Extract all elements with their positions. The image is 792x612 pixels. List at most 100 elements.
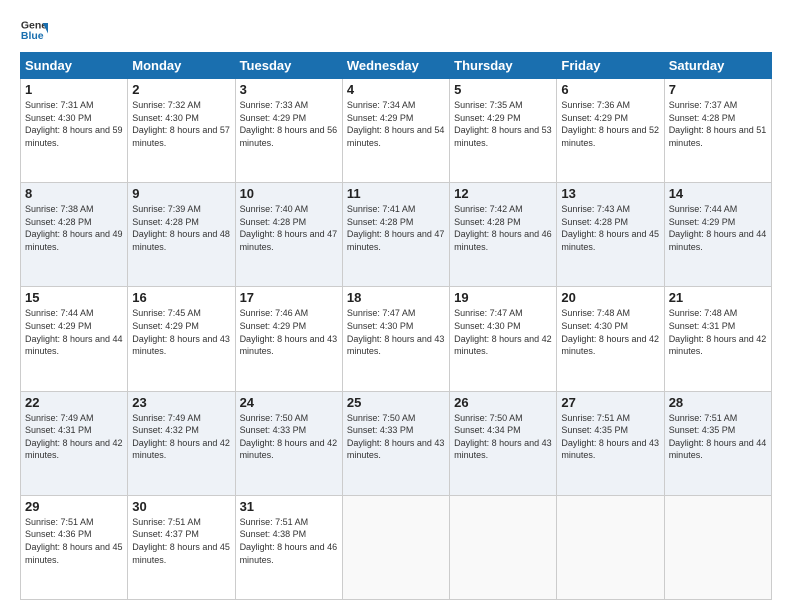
calendar-day-cell: 5 Sunrise: 7:35 AMSunset: 4:29 PMDayligh…: [450, 79, 557, 183]
day-number: 7: [669, 82, 767, 97]
day-info: Sunrise: 7:40 AMSunset: 4:28 PMDaylight:…: [240, 203, 338, 253]
day-number: 12: [454, 186, 552, 201]
day-info: Sunrise: 7:35 AMSunset: 4:29 PMDaylight:…: [454, 99, 552, 149]
day-info: Sunrise: 7:50 AMSunset: 4:34 PMDaylight:…: [454, 412, 552, 462]
calendar-day-cell: 12 Sunrise: 7:42 AMSunset: 4:28 PMDaylig…: [450, 183, 557, 287]
calendar-day-cell: 8 Sunrise: 7:38 AMSunset: 4:28 PMDayligh…: [21, 183, 128, 287]
calendar-day-cell: 3 Sunrise: 7:33 AMSunset: 4:29 PMDayligh…: [235, 79, 342, 183]
calendar-day-cell: 1 Sunrise: 7:31 AMSunset: 4:30 PMDayligh…: [21, 79, 128, 183]
calendar-day-cell: 10 Sunrise: 7:40 AMSunset: 4:28 PMDaylig…: [235, 183, 342, 287]
day-info: Sunrise: 7:51 AMSunset: 4:38 PMDaylight:…: [240, 516, 338, 566]
calendar-day-cell: 18 Sunrise: 7:47 AMSunset: 4:30 PMDaylig…: [342, 287, 449, 391]
day-info: Sunrise: 7:50 AMSunset: 4:33 PMDaylight:…: [347, 412, 445, 462]
calendar-day-cell: 16 Sunrise: 7:45 AMSunset: 4:29 PMDaylig…: [128, 287, 235, 391]
day-number: 6: [561, 82, 659, 97]
calendar-day-cell: 23 Sunrise: 7:49 AMSunset: 4:32 PMDaylig…: [128, 391, 235, 495]
day-number: 4: [347, 82, 445, 97]
day-info: Sunrise: 7:51 AMSunset: 4:36 PMDaylight:…: [25, 516, 123, 566]
day-number: 22: [25, 395, 123, 410]
day-number: 31: [240, 499, 338, 514]
weekday-header-sunday: Sunday: [21, 53, 128, 79]
day-number: 3: [240, 82, 338, 97]
weekday-header-saturday: Saturday: [664, 53, 771, 79]
day-number: 13: [561, 186, 659, 201]
calendar-empty-cell: [557, 495, 664, 599]
day-number: 14: [669, 186, 767, 201]
calendar-day-cell: 20 Sunrise: 7:48 AMSunset: 4:30 PMDaylig…: [557, 287, 664, 391]
logo: General Blue: [20, 16, 48, 44]
day-number: 2: [132, 82, 230, 97]
calendar-day-cell: 7 Sunrise: 7:37 AMSunset: 4:28 PMDayligh…: [664, 79, 771, 183]
calendar-day-cell: 29 Sunrise: 7:51 AMSunset: 4:36 PMDaylig…: [21, 495, 128, 599]
calendar-day-cell: 2 Sunrise: 7:32 AMSunset: 4:30 PMDayligh…: [128, 79, 235, 183]
calendar-day-cell: 28 Sunrise: 7:51 AMSunset: 4:35 PMDaylig…: [664, 391, 771, 495]
day-info: Sunrise: 7:47 AMSunset: 4:30 PMDaylight:…: [454, 307, 552, 357]
day-info: Sunrise: 7:46 AMSunset: 4:29 PMDaylight:…: [240, 307, 338, 357]
day-number: 15: [25, 290, 123, 305]
day-info: Sunrise: 7:44 AMSunset: 4:29 PMDaylight:…: [25, 307, 123, 357]
day-number: 20: [561, 290, 659, 305]
calendar-empty-cell: [450, 495, 557, 599]
weekday-header-friday: Friday: [557, 53, 664, 79]
day-info: Sunrise: 7:50 AMSunset: 4:33 PMDaylight:…: [240, 412, 338, 462]
day-number: 26: [454, 395, 552, 410]
day-info: Sunrise: 7:51 AMSunset: 4:35 PMDaylight:…: [669, 412, 767, 462]
day-info: Sunrise: 7:33 AMSunset: 4:29 PMDaylight:…: [240, 99, 338, 149]
calendar-day-cell: 25 Sunrise: 7:50 AMSunset: 4:33 PMDaylig…: [342, 391, 449, 495]
day-info: Sunrise: 7:44 AMSunset: 4:29 PMDaylight:…: [669, 203, 767, 253]
day-info: Sunrise: 7:31 AMSunset: 4:30 PMDaylight:…: [25, 99, 123, 149]
day-info: Sunrise: 7:37 AMSunset: 4:28 PMDaylight:…: [669, 99, 767, 149]
day-number: 25: [347, 395, 445, 410]
day-number: 19: [454, 290, 552, 305]
day-number: 17: [240, 290, 338, 305]
day-info: Sunrise: 7:42 AMSunset: 4:28 PMDaylight:…: [454, 203, 552, 253]
day-number: 23: [132, 395, 230, 410]
calendar-empty-cell: [664, 495, 771, 599]
day-number: 9: [132, 186, 230, 201]
day-info: Sunrise: 7:48 AMSunset: 4:30 PMDaylight:…: [561, 307, 659, 357]
day-info: Sunrise: 7:41 AMSunset: 4:28 PMDaylight:…: [347, 203, 445, 253]
calendar-day-cell: 26 Sunrise: 7:50 AMSunset: 4:34 PMDaylig…: [450, 391, 557, 495]
day-info: Sunrise: 7:51 AMSunset: 4:37 PMDaylight:…: [132, 516, 230, 566]
day-number: 5: [454, 82, 552, 97]
weekday-header-row: SundayMondayTuesdayWednesdayThursdayFrid…: [21, 53, 772, 79]
calendar-week-row: 15 Sunrise: 7:44 AMSunset: 4:29 PMDaylig…: [21, 287, 772, 391]
day-info: Sunrise: 7:49 AMSunset: 4:31 PMDaylight:…: [25, 412, 123, 462]
day-info: Sunrise: 7:39 AMSunset: 4:28 PMDaylight:…: [132, 203, 230, 253]
calendar-day-cell: 15 Sunrise: 7:44 AMSunset: 4:29 PMDaylig…: [21, 287, 128, 391]
day-number: 29: [25, 499, 123, 514]
weekday-header-monday: Monday: [128, 53, 235, 79]
day-info: Sunrise: 7:36 AMSunset: 4:29 PMDaylight:…: [561, 99, 659, 149]
day-number: 11: [347, 186, 445, 201]
calendar-day-cell: 9 Sunrise: 7:39 AMSunset: 4:28 PMDayligh…: [128, 183, 235, 287]
calendar-day-cell: 19 Sunrise: 7:47 AMSunset: 4:30 PMDaylig…: [450, 287, 557, 391]
calendar-day-cell: 30 Sunrise: 7:51 AMSunset: 4:37 PMDaylig…: [128, 495, 235, 599]
calendar-week-row: 29 Sunrise: 7:51 AMSunset: 4:36 PMDaylig…: [21, 495, 772, 599]
day-number: 24: [240, 395, 338, 410]
svg-text:Blue: Blue: [21, 30, 44, 42]
day-number: 21: [669, 290, 767, 305]
day-info: Sunrise: 7:34 AMSunset: 4:29 PMDaylight:…: [347, 99, 445, 149]
day-info: Sunrise: 7:48 AMSunset: 4:31 PMDaylight:…: [669, 307, 767, 357]
day-number: 27: [561, 395, 659, 410]
calendar-day-cell: 4 Sunrise: 7:34 AMSunset: 4:29 PMDayligh…: [342, 79, 449, 183]
day-info: Sunrise: 7:38 AMSunset: 4:28 PMDaylight:…: [25, 203, 123, 253]
calendar-table: SundayMondayTuesdayWednesdayThursdayFrid…: [20, 52, 772, 600]
day-info: Sunrise: 7:43 AMSunset: 4:28 PMDaylight:…: [561, 203, 659, 253]
weekday-header-thursday: Thursday: [450, 53, 557, 79]
day-info: Sunrise: 7:49 AMSunset: 4:32 PMDaylight:…: [132, 412, 230, 462]
page: General Blue SundayMondayTuesdayWednesda…: [0, 0, 792, 612]
calendar-day-cell: 27 Sunrise: 7:51 AMSunset: 4:35 PMDaylig…: [557, 391, 664, 495]
logo-icon: General Blue: [20, 16, 48, 44]
day-number: 1: [25, 82, 123, 97]
calendar-day-cell: 21 Sunrise: 7:48 AMSunset: 4:31 PMDaylig…: [664, 287, 771, 391]
calendar-day-cell: 17 Sunrise: 7:46 AMSunset: 4:29 PMDaylig…: [235, 287, 342, 391]
day-info: Sunrise: 7:32 AMSunset: 4:30 PMDaylight:…: [132, 99, 230, 149]
calendar-day-cell: 6 Sunrise: 7:36 AMSunset: 4:29 PMDayligh…: [557, 79, 664, 183]
calendar-day-cell: 13 Sunrise: 7:43 AMSunset: 4:28 PMDaylig…: [557, 183, 664, 287]
day-number: 30: [132, 499, 230, 514]
calendar-week-row: 22 Sunrise: 7:49 AMSunset: 4:31 PMDaylig…: [21, 391, 772, 495]
calendar-day-cell: 14 Sunrise: 7:44 AMSunset: 4:29 PMDaylig…: [664, 183, 771, 287]
day-number: 10: [240, 186, 338, 201]
weekday-header-wednesday: Wednesday: [342, 53, 449, 79]
